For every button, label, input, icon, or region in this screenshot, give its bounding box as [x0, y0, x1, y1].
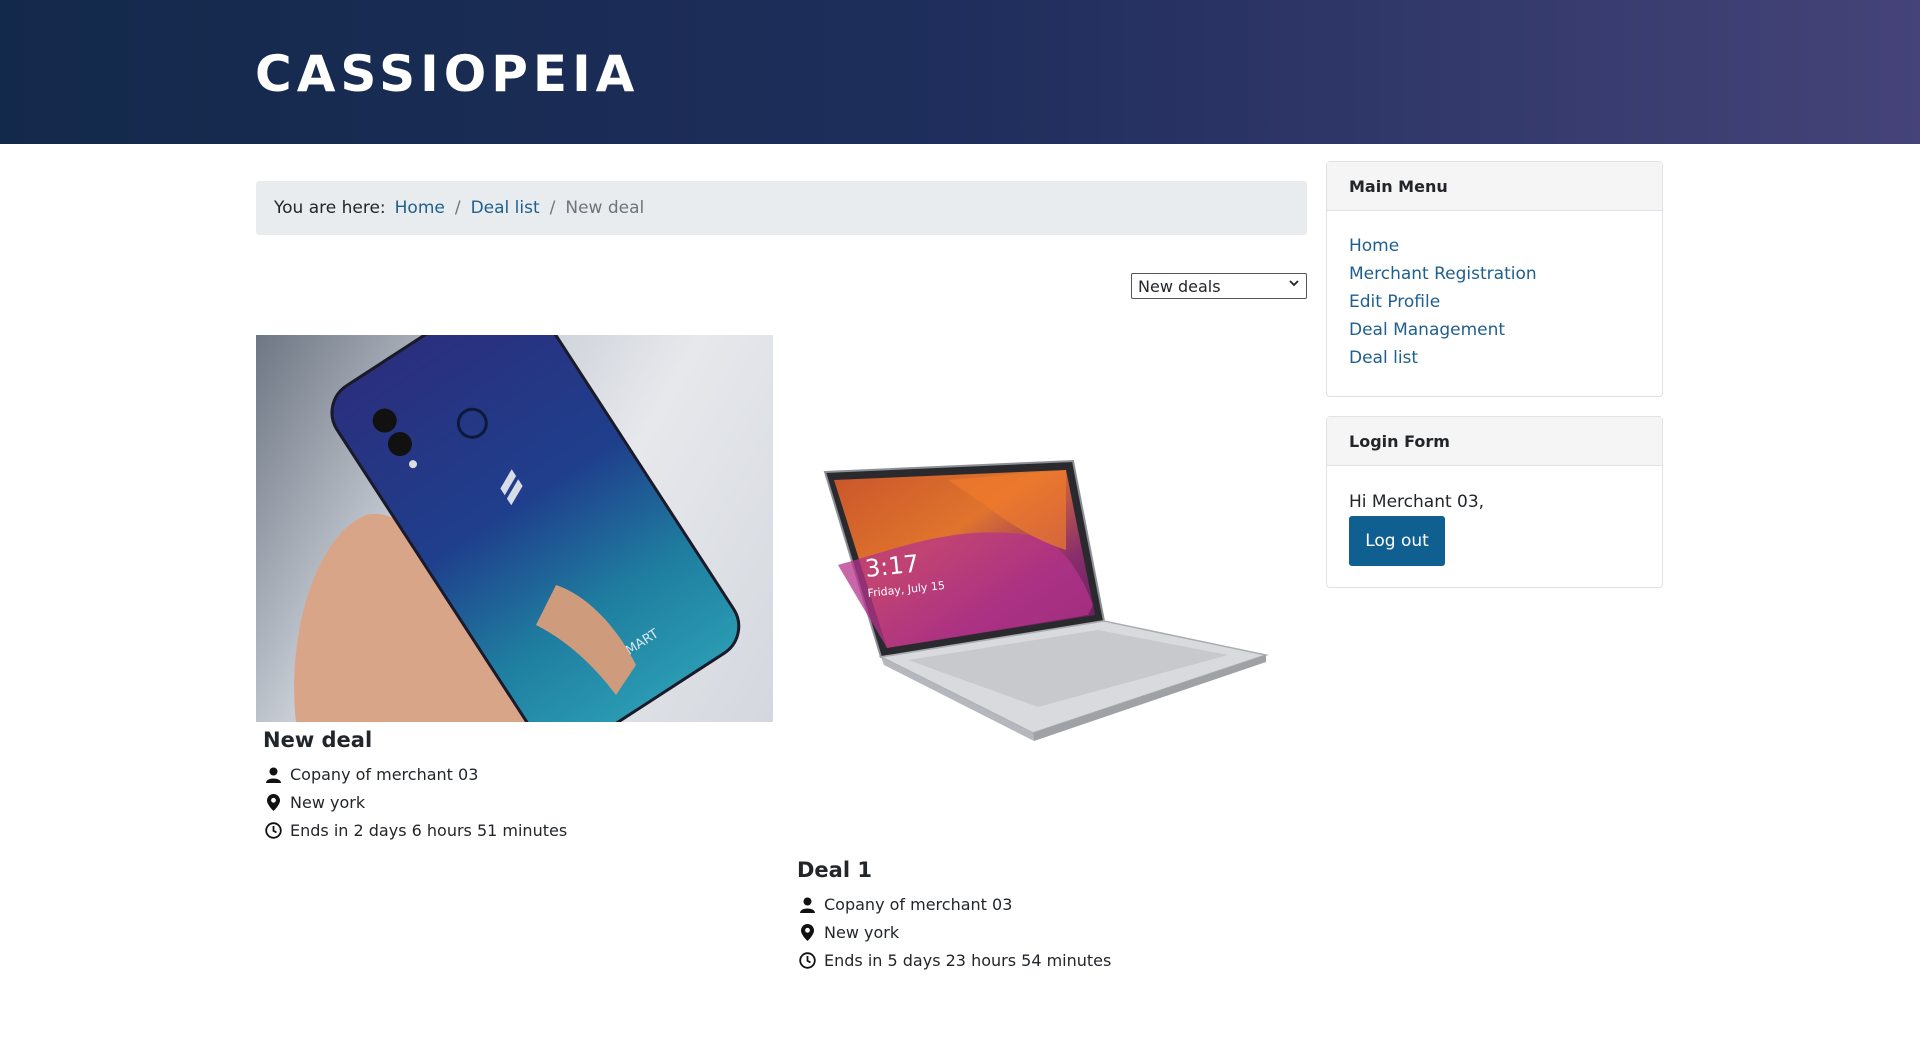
deal-company: Copany of merchant 03: [264, 765, 478, 784]
deal-location: New york: [798, 923, 899, 942]
user-icon: [798, 896, 816, 914]
menu-item-deal-management[interactable]: Deal Management: [1349, 316, 1640, 344]
breadcrumb-label: You are here:: [274, 198, 386, 218]
login-form-card: Login Form Hi Merchant 03, Log out: [1326, 416, 1663, 588]
deal-location: New york: [264, 793, 365, 812]
deal-ends-text: Ends in 2 days 6 hours 51 minutes: [290, 821, 568, 840]
login-form-title: Login Form: [1327, 417, 1662, 466]
menu-item-deal-list[interactable]: Deal list: [1349, 344, 1640, 372]
deal-sort-select[interactable]: New deals: [1131, 273, 1307, 299]
user-icon: [264, 766, 282, 784]
main-menu-list: Home Merchant Registration Edit Profile …: [1327, 211, 1662, 372]
logout-button[interactable]: Log out: [1349, 516, 1445, 566]
deal-title[interactable]: Deal 1: [797, 858, 872, 882]
svg-text:3:17: 3:17: [864, 549, 921, 582]
deal-image-phone[interactable]: VSMART: [256, 335, 773, 722]
deal-company-text: Copany of merchant 03: [290, 765, 479, 784]
deal-ends-text: Ends in 5 days 23 hours 54 minutes: [824, 951, 1112, 970]
deal-ends: Ends in 2 days 6 hours 51 minutes: [264, 821, 567, 840]
deal-ends: Ends in 5 days 23 hours 54 minutes: [798, 951, 1111, 970]
breadcrumb-separator: /: [454, 198, 461, 218]
map-marker-icon: [264, 794, 282, 812]
deal-sort-selected: New deals: [1138, 276, 1221, 296]
chevron-down-icon: [1288, 277, 1300, 293]
site-title[interactable]: CASSIOPEIA: [255, 44, 639, 104]
breadcrumb-current: New deal: [565, 198, 645, 218]
deal-location-text: New york: [290, 793, 366, 812]
clock-icon: [264, 822, 282, 840]
deal-location-text: New york: [824, 923, 900, 942]
login-greeting: Hi Merchant 03,: [1349, 492, 1485, 512]
breadcrumb-home-link[interactable]: Home: [395, 198, 445, 218]
site-header: CASSIOPEIA: [0, 0, 1920, 144]
breadcrumb-deal-list-link[interactable]: Deal list: [471, 198, 540, 218]
main-menu-card: Main Menu Home Merchant Registration Edi…: [1326, 161, 1663, 397]
map-marker-icon: [798, 924, 816, 942]
clock-icon: [798, 952, 816, 970]
deal-image-laptop[interactable]: 3:17 Friday, July 15: [798, 335, 1298, 855]
menu-item-merchant-registration[interactable]: Merchant Registration: [1349, 260, 1640, 288]
menu-item-home[interactable]: Home: [1349, 232, 1640, 260]
breadcrumb-separator: /: [549, 198, 556, 218]
deal-company: Copany of merchant 03: [798, 895, 1012, 914]
main-menu-title: Main Menu: [1327, 162, 1662, 211]
deal-title[interactable]: New deal: [263, 728, 372, 752]
menu-item-edit-profile[interactable]: Edit Profile: [1349, 288, 1640, 316]
breadcrumb: You are here: Home / Deal list / New dea…: [256, 181, 1307, 235]
deal-company-text: Copany of merchant 03: [824, 895, 1013, 914]
